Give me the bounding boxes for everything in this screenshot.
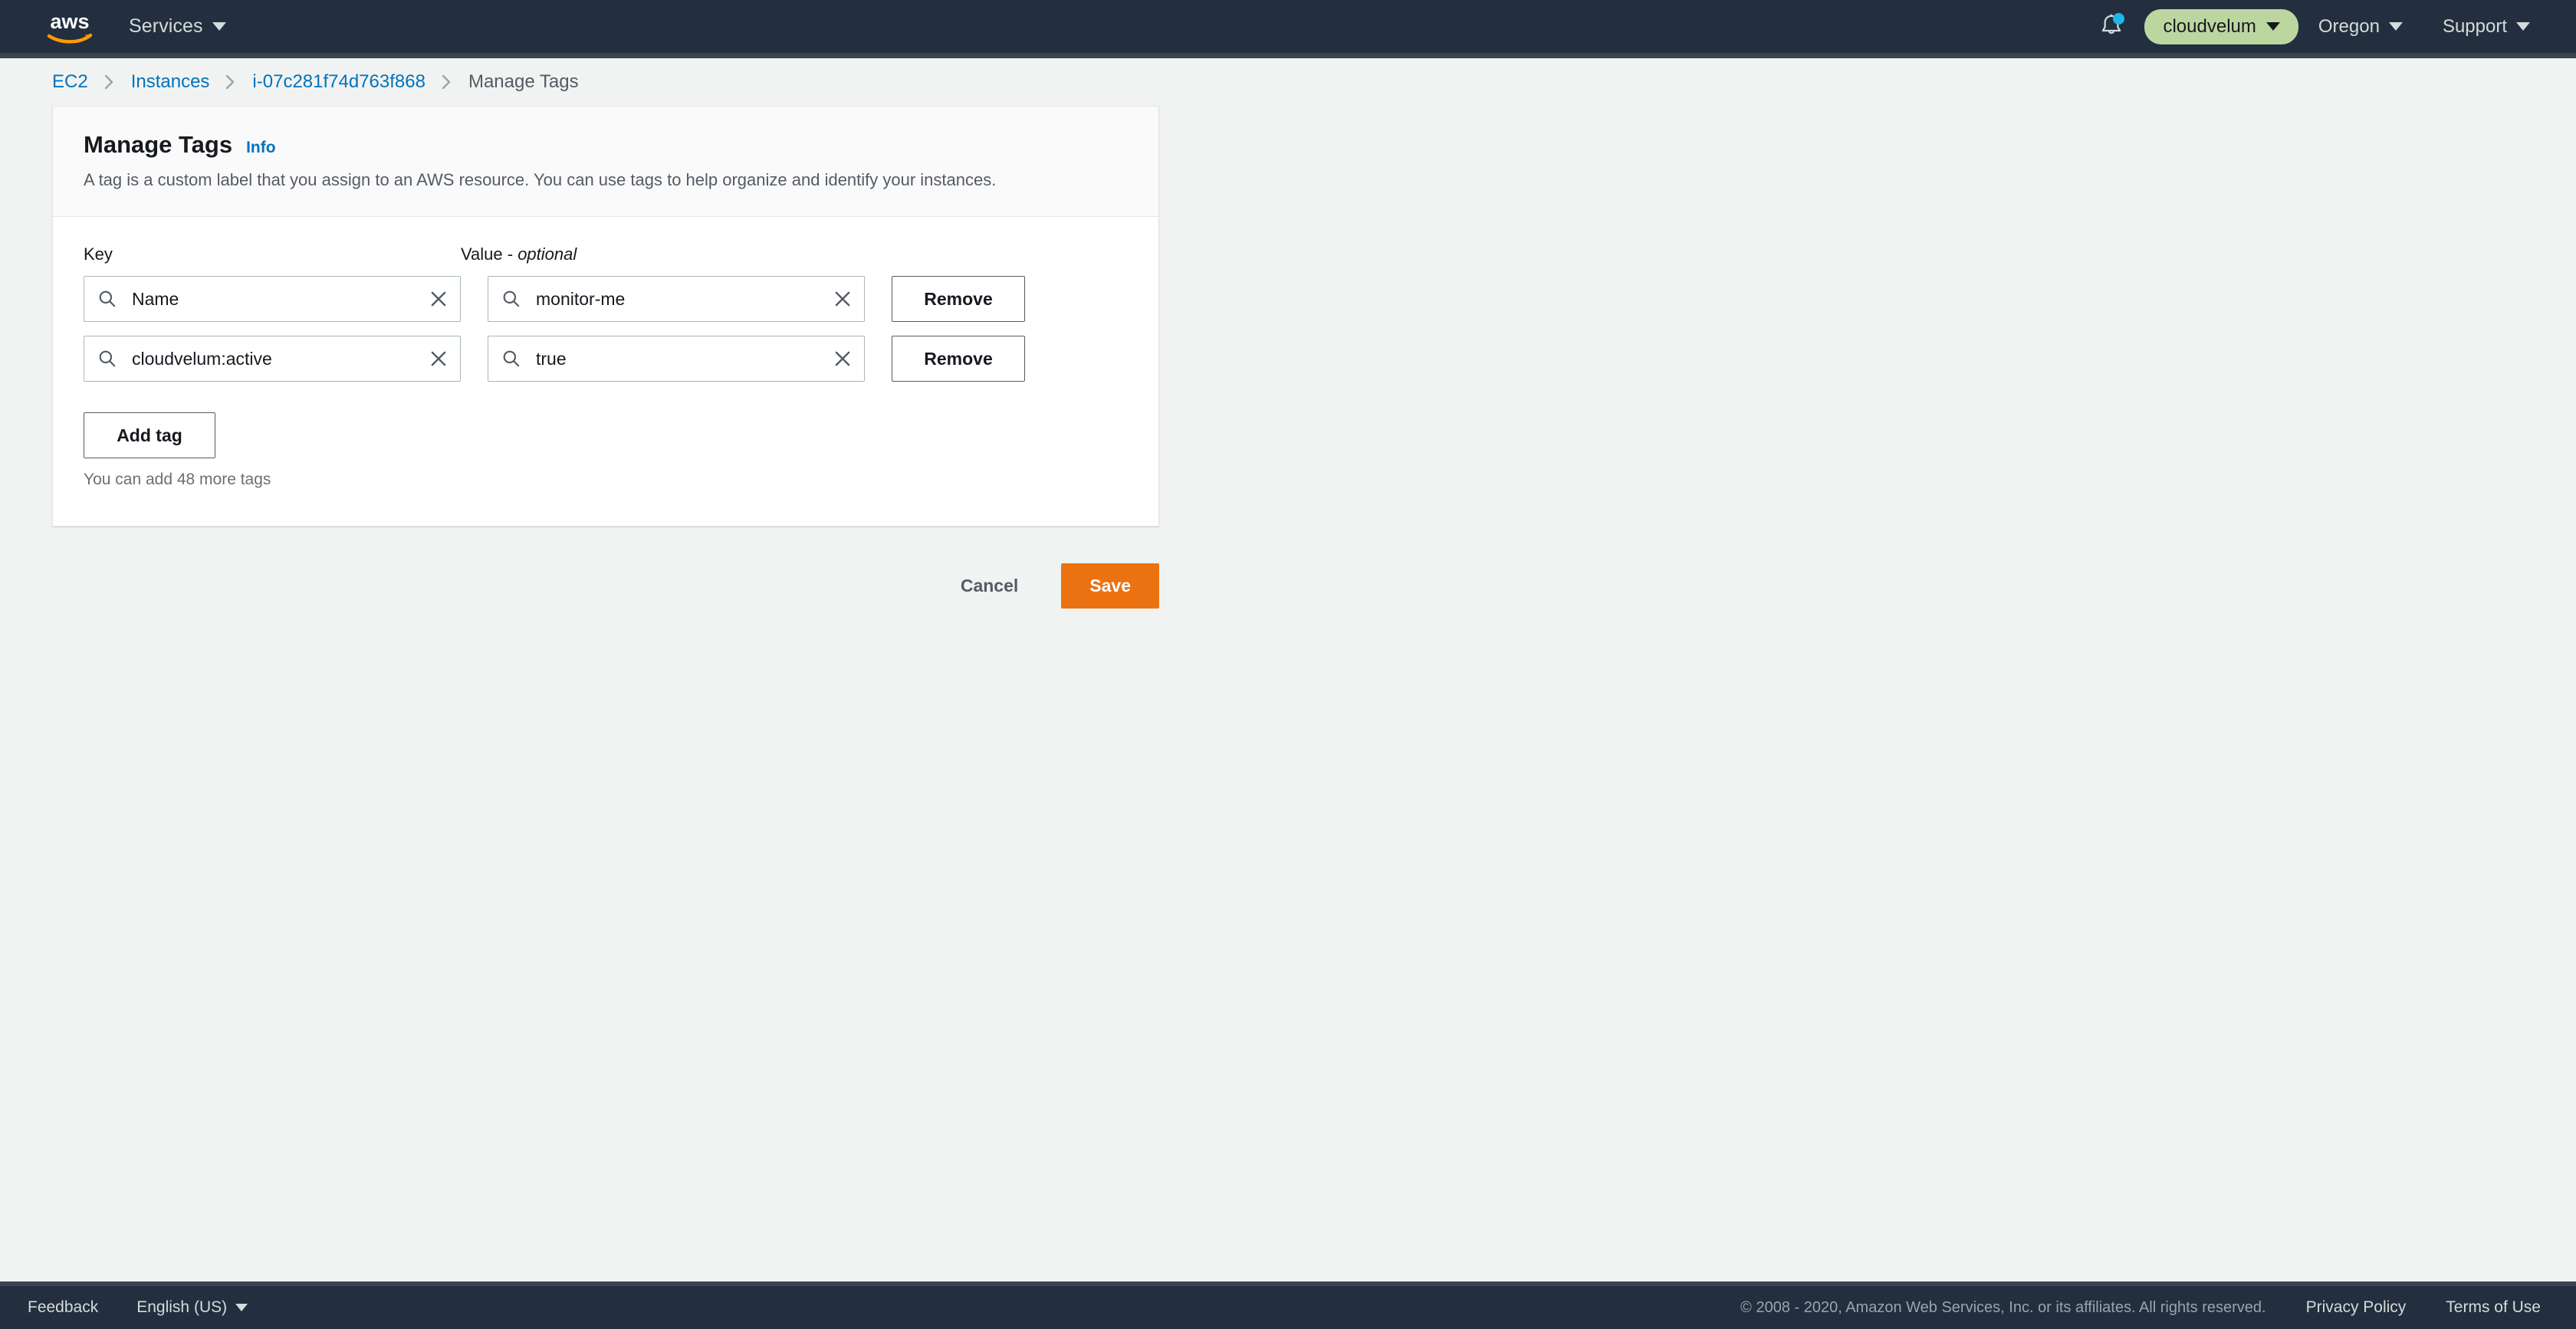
breadcrumb-item-ec2[interactable]: EC2 (52, 71, 88, 93)
language-menu-label: English (US) (136, 1298, 228, 1316)
privacy-policy-link[interactable]: Privacy Policy (2306, 1298, 2407, 1317)
tag-key-field-wrapper (84, 276, 461, 322)
chevron-down-icon (2266, 22, 2280, 31)
remove-tag-button[interactable]: Remove (892, 336, 1025, 382)
form-actions: Cancel Save (52, 563, 1159, 609)
table-row: Remove (84, 336, 1128, 382)
copyright-text: © 2008 - 2020, Amazon Web Services, Inc.… (1740, 1298, 2266, 1316)
region-menu[interactable]: Oregon (2298, 16, 2423, 38)
field-labels-row: Key Value - optional (84, 244, 1128, 264)
card-title-row: Manage Tags Info (84, 131, 1128, 159)
table-row: Remove (84, 276, 1128, 322)
services-menu[interactable]: Services (129, 15, 226, 38)
support-menu-label: Support (2442, 15, 2507, 37)
aws-logo-mark: aws (47, 10, 93, 44)
support-menu[interactable]: Support (2423, 16, 2550, 38)
chevron-down-icon (235, 1304, 248, 1311)
breadcrumb-item-current: Manage Tags (468, 71, 579, 92)
tag-limit-helper-text: You can add 48 more tags (84, 471, 271, 488)
manage-tags-card: Manage Tags Info A tag is a custom label… (52, 106, 1159, 527)
info-link[interactable]: Info (246, 139, 275, 157)
chevron-down-icon (2388, 22, 2403, 31)
breadcrumb-separator-icon (225, 74, 237, 90)
tag-value-input[interactable] (488, 336, 865, 382)
add-tag-button[interactable]: Add tag (84, 412, 215, 458)
terms-of-use-link[interactable]: Terms of Use (2446, 1298, 2541, 1317)
account-menu-label: cloudvelum (2163, 15, 2256, 37)
aws-logo[interactable]: aws (40, 8, 100, 45)
feedback-link[interactable]: Feedback (28, 1298, 98, 1317)
clear-icon[interactable] (833, 349, 853, 369)
services-menu-label: Services (129, 15, 203, 37)
breadcrumb-item-instances[interactable]: Instances (131, 71, 210, 93)
value-column-label-text: Value - (461, 244, 518, 264)
value-column-label-optional: optional (518, 244, 577, 264)
key-column-label: Key (84, 244, 113, 264)
region-menu-label: Oregon (2318, 15, 2380, 37)
tag-value-input[interactable] (488, 276, 865, 322)
clear-icon[interactable] (429, 349, 449, 369)
remove-tag-button[interactable]: Remove (892, 276, 1025, 322)
footer-left: Feedback English (US) (28, 1298, 248, 1317)
breadcrumb-separator-icon (104, 74, 116, 90)
card-header: Manage Tags Info A tag is a custom label… (53, 107, 1158, 217)
value-column-label: Value - optional (461, 244, 838, 264)
notifications-button[interactable] (2091, 6, 2132, 48)
main-content: Manage Tags Info A tag is a custom label… (0, 106, 2576, 609)
footer-right: © 2008 - 2020, Amazon Web Services, Inc.… (1740, 1298, 2541, 1317)
top-navigation-right: cloudvelum Oregon Support (2091, 6, 2550, 48)
save-button[interactable]: Save (1061, 563, 1159, 609)
chevron-down-icon (212, 22, 226, 31)
notification-dot (2113, 12, 2125, 25)
language-menu[interactable]: English (US) (136, 1298, 248, 1317)
tag-key-input[interactable] (84, 336, 461, 382)
tag-key-input[interactable] (84, 276, 461, 322)
page-footer: Feedback English (US) © 2008 - 2020, Ama… (0, 1281, 2576, 1329)
breadcrumb-separator-icon (441, 74, 453, 90)
breadcrumb: EC2 Instances i-07c281f74d763f868 Manage… (0, 58, 2576, 106)
top-navigation-bar: aws Services cloudvelum Oregon Support (0, 0, 2576, 58)
breadcrumb-item-instance-id[interactable]: i-07c281f74d763f868 (252, 71, 426, 93)
tag-value-field-wrapper (488, 276, 865, 322)
page-title: Manage Tags (84, 131, 233, 158)
account-menu[interactable]: cloudvelum (2144, 8, 2298, 44)
tag-key-field-wrapper (84, 336, 461, 382)
svg-text:aws: aws (50, 10, 89, 33)
cancel-button[interactable]: Cancel (948, 565, 1030, 607)
card-body: Key Value - optional Name monitor-me Rem… (53, 217, 1158, 526)
card-description: A tag is a custom label that you assign … (84, 170, 997, 189)
clear-icon[interactable] (429, 289, 449, 309)
clear-icon[interactable] (833, 289, 853, 309)
tag-value-field-wrapper (488, 336, 865, 382)
feedback-link-label: Feedback (28, 1298, 99, 1316)
chevron-down-icon (2516, 22, 2530, 31)
